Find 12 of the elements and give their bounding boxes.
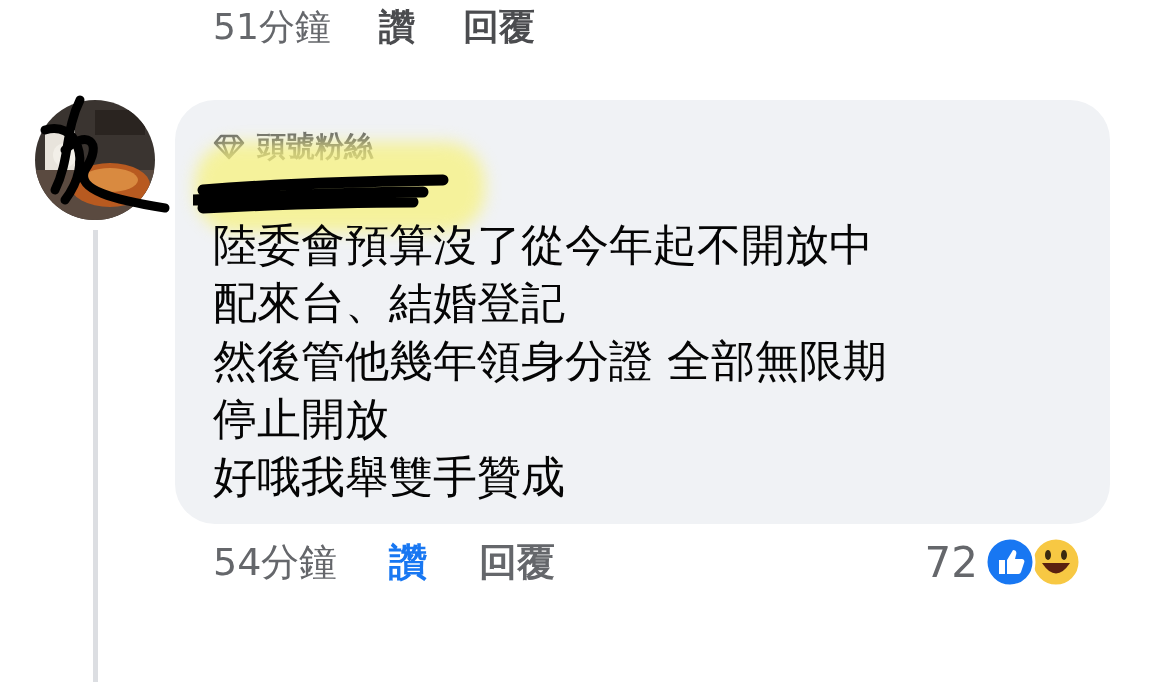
like-link[interactable]: 讚 xyxy=(378,2,415,52)
reply-link[interactable]: 回覆 xyxy=(462,2,535,52)
timestamp: 51分鐘 xyxy=(213,4,331,49)
reaction-icons[interactable] xyxy=(984,536,1080,588)
badge-label: 頭號粉絲 xyxy=(257,128,373,165)
reaction-count: 72 xyxy=(924,537,978,587)
comment-text: 然後管他幾年領身分證 全部無限期停止開放 xyxy=(213,334,888,446)
reply-link[interactable]: 回覆 xyxy=(479,536,556,588)
comment-text: 陸委會預算沒了從今年起不開放中配來台、結婚登記 xyxy=(213,218,874,330)
comment-text: 好哦我舉雙手贊成 xyxy=(213,450,566,504)
like-link[interactable]: 讚 xyxy=(389,536,428,588)
timestamp: 54分鐘 xyxy=(213,538,338,586)
